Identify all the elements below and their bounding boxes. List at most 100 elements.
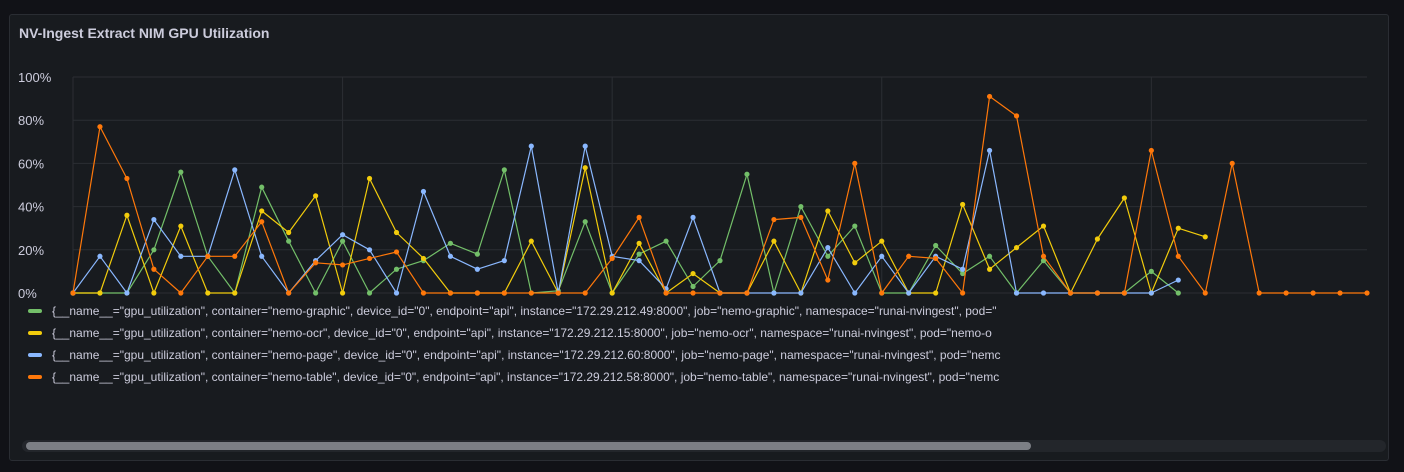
data-point [447,290,454,296]
data-point [313,260,319,266]
data-point [744,290,750,296]
legend: {__name__="gpu_utilization", container="… [10,300,1388,388]
data-point [1310,290,1316,296]
legend-item[interactable]: {__name__="gpu_utilization", container="… [10,344,1388,366]
data-point [582,219,588,225]
data-point [447,240,454,246]
data-point [286,290,292,296]
horizontal-scrollbar[interactable] [22,440,1386,452]
data-point [528,290,534,296]
line-chart: 0%20%40%60%80%100% 11:5011:5512:0012:051… [18,70,1370,300]
data-point [1229,160,1235,166]
legend-item[interactable]: {__name__="gpu_utilization", container="… [10,366,1388,388]
data-point [501,258,507,264]
series-line [72,145,1179,294]
data-point [1175,290,1181,296]
y-tick-label: 20% [18,243,44,258]
data-point [232,290,238,296]
data-point [825,245,831,251]
data-point [313,193,319,199]
data-point [151,216,157,223]
data-point [393,249,400,255]
data-point [1175,253,1181,259]
data-point [798,290,804,296]
data-point [501,167,507,173]
data-point [474,290,480,296]
data-point [933,290,939,296]
data-point [97,290,103,296]
data-point [771,290,777,296]
legend-label: {__name__="gpu_utilization", container="… [52,370,1000,384]
data-point [852,160,858,166]
data-point [366,255,373,262]
data-point [1013,245,1020,251]
data-point [1094,290,1101,296]
data-point [1175,225,1181,231]
data-point [690,290,696,296]
gpu-utilization-panel: NV-Ingest Extract NIM GPU Utilization 0%… [9,14,1389,461]
data-point [1148,147,1154,154]
data-point [339,232,346,238]
data-point [798,214,804,220]
data-point [420,290,427,296]
series-line [73,167,1206,294]
data-point [555,290,561,296]
data-point [178,223,184,229]
data-point [986,253,993,259]
data-point [259,184,265,190]
data-point [420,188,427,195]
legend-item[interactable]: {__name__="gpu_utilization", container="… [10,300,1388,322]
data-point [771,216,777,223]
data-point [825,253,831,259]
data-point [1175,277,1181,283]
data-point [663,290,669,296]
data-point [178,253,184,259]
y-tick-label: 100% [18,70,52,85]
data-point [178,169,184,175]
data-point [1148,268,1154,274]
data-point [124,212,130,218]
scrollbar-thumb[interactable] [26,442,1031,450]
data-point [798,204,804,210]
data-point [879,238,885,244]
data-point [825,277,831,283]
y-tick-label: 40% [18,200,44,215]
data-point [879,290,885,296]
data-point [986,147,993,154]
series-1 [70,165,1208,296]
data-point [205,290,211,296]
data-point [852,290,858,296]
data-point [960,266,966,272]
data-point [286,238,292,244]
data-point [205,253,211,259]
data-point [825,208,831,214]
data-point [1283,290,1289,296]
data-point [960,201,966,208]
legend-swatch [28,353,42,357]
data-point [259,208,265,214]
legend-swatch [28,309,42,313]
data-point [528,143,534,149]
data-point [986,266,993,272]
data-point [474,266,480,272]
data-point [1121,290,1127,296]
data-point [1337,290,1343,296]
data-point [1067,290,1074,296]
data-point [124,175,130,182]
data-point [528,238,534,244]
data-point [97,253,103,259]
series-layer [70,93,1370,296]
data-point [609,255,615,262]
data-point [717,258,723,264]
data-point [151,290,157,296]
data-point [1040,253,1047,259]
data-point [420,255,427,262]
legend-item[interactable]: {__name__="gpu_utilization", container="… [10,322,1388,344]
data-point [366,175,373,182]
data-point [609,290,615,296]
data-point [366,247,373,253]
data-point [636,214,642,220]
data-point [339,290,346,296]
data-point [933,255,939,262]
data-point [70,290,76,296]
